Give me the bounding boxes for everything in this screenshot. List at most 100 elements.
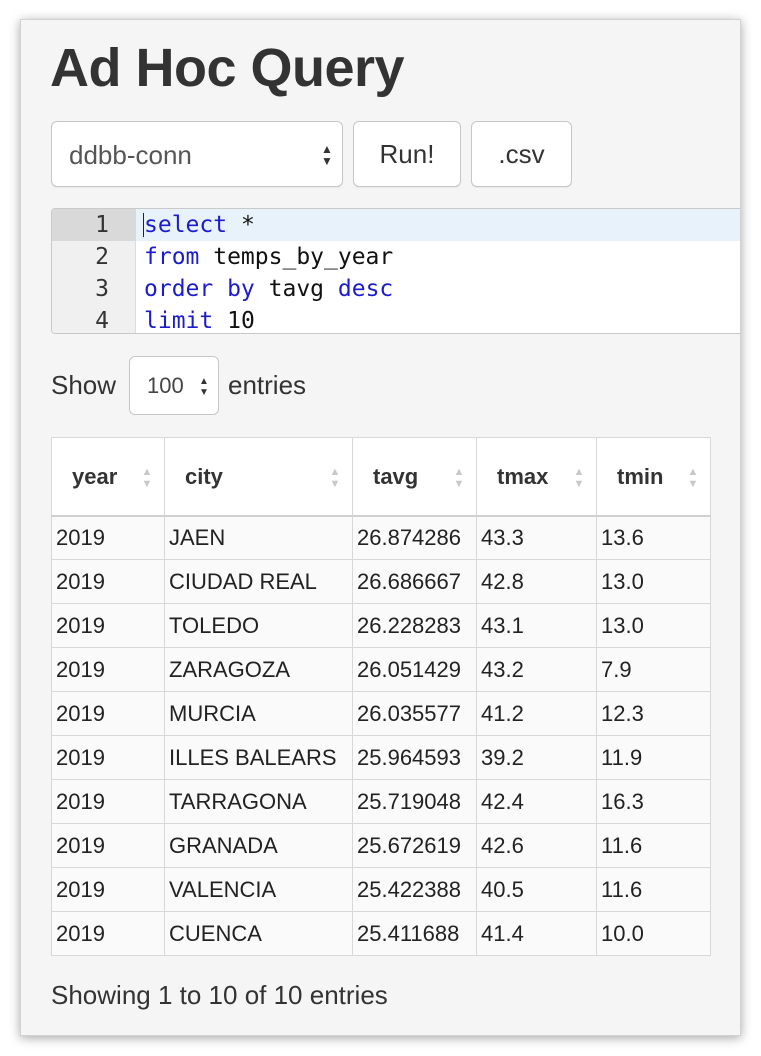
cell-tavg: 26.228283 — [352, 603, 477, 648]
code-token: 10 — [213, 308, 255, 334]
text-cursor — [143, 213, 144, 237]
sql-keyword: desc — [337, 276, 394, 302]
cell-tmin: 11.9 — [596, 735, 711, 780]
table-row: 2019 TOLEDO 26.228283 43.1 13.0 — [51, 603, 711, 648]
table-row: 2019 GRANADA 25.672619 42.6 11.6 — [51, 823, 711, 868]
entries-length-value: 100 — [147, 373, 184, 398]
cell-city: TOLEDO — [164, 603, 353, 648]
sort-icon[interactable]: ▲ ▼ — [328, 462, 342, 494]
cell-year: 2019 — [51, 911, 165, 956]
sql-keyword: limit — [144, 308, 214, 334]
cell-tmin: 7.9 — [596, 647, 711, 692]
cell-year: 2019 — [51, 515, 165, 560]
select-arrows-icon: ▲ ▼ — [199, 376, 209, 398]
column-header-label: city — [185, 464, 223, 489]
sort-icon[interactable]: ▲ ▼ — [452, 462, 466, 494]
cell-city: ZARAGOZA — [164, 647, 353, 692]
connection-select[interactable]: ddbb-conn ▲ ▼ — [51, 121, 343, 187]
column-header-label: year — [72, 464, 118, 489]
cell-tmax: 42.6 — [476, 823, 597, 868]
cell-tmin: 10.0 — [596, 911, 711, 956]
column-header-tmin[interactable]: tmin ▲ ▼ — [596, 437, 711, 517]
cell-tmax: 43.1 — [476, 603, 597, 648]
table-row: 2019 MURCIA 26.035577 41.2 12.3 — [51, 691, 711, 736]
cell-city: TARRAGONA — [164, 779, 353, 824]
cell-year: 2019 — [51, 735, 165, 780]
table-row: 2019 ZARAGOZA 26.051429 43.2 7.9 — [51, 647, 711, 692]
cell-tmin: 13.6 — [596, 515, 711, 560]
sql-keyword: from — [144, 244, 200, 270]
table-row: 2019 CUENCA 25.411688 41.4 10.0 — [51, 911, 711, 956]
entries-length-select[interactable]: 100 ▲ ▼ — [129, 356, 219, 415]
column-header-year[interactable]: year ▲ ▼ — [51, 437, 165, 517]
code-line[interactable]: 3 order by tavg desc — [52, 273, 740, 305]
results-table: year ▲ ▼ city ▲ ▼ tavg ▲ ▼ tmax ▲ ▼ tmin ▲ ▼ 2019 JAEN 2… — [51, 437, 711, 956]
cell-tavg: 26.051429 — [352, 647, 477, 692]
cell-tmin: 16.3 — [596, 779, 711, 824]
cell-city: JAEN — [164, 515, 353, 560]
column-header-city[interactable]: city ▲ ▼ — [164, 437, 353, 517]
table-row: 2019 VALENCIA 25.422388 40.5 11.6 — [51, 867, 711, 912]
code-line[interactable]: 1 select * — [52, 209, 740, 241]
cell-tmin: 13.0 — [596, 559, 711, 604]
line-number: 1 — [52, 209, 136, 241]
cell-tavg: 25.672619 — [352, 823, 477, 868]
column-header-tmax[interactable]: tmax ▲ ▼ — [476, 437, 597, 517]
line-number: 4 — [95, 308, 109, 334]
cell-year: 2019 — [51, 559, 165, 604]
table-row: 2019 CIUDAD REAL 26.686667 42.8 13.0 — [51, 559, 711, 604]
csv-button[interactable]: .csv — [471, 121, 572, 187]
column-header-tavg[interactable]: tavg ▲ ▼ — [352, 437, 477, 517]
cell-tmax: 40.5 — [476, 867, 597, 912]
table-info: Showing 1 to 10 of 10 entries — [51, 980, 388, 1010]
code-token: temps_by_year — [199, 244, 394, 270]
cell-tavg: 25.964593 — [352, 735, 477, 780]
sql-keyword: order by — [144, 276, 255, 302]
cell-tavg: 25.411688 — [352, 911, 477, 956]
cell-year: 2019 — [51, 603, 165, 648]
cell-year: 2019 — [51, 823, 165, 868]
cell-tavg: 25.422388 — [352, 867, 477, 912]
select-arrows-icon: ▲ ▼ — [321, 142, 333, 168]
sort-icon[interactable]: ▲ ▼ — [686, 462, 700, 494]
code-token: * — [227, 212, 255, 238]
cell-tmin: 13.0 — [596, 603, 711, 648]
cell-tmin: 12.3 — [596, 691, 711, 736]
code-text: from temps_by_year — [144, 241, 393, 273]
cell-city: ILLES BALEARS — [164, 735, 353, 780]
code-token: tavg — [254, 276, 338, 302]
cell-tmax: 39.2 — [476, 735, 597, 780]
cell-tmax: 43.3 — [476, 515, 597, 560]
cell-tavg: 26.686667 — [352, 559, 477, 604]
query-window: Ad Hoc Query ddbb-conn ▲ ▼ Run! .csv 1 sel… — [20, 19, 741, 1036]
cell-tavg: 26.874286 — [352, 515, 477, 560]
sql-keyword: select — [144, 212, 228, 238]
cell-year: 2019 — [51, 647, 165, 692]
cell-tmax: 41.2 — [476, 691, 597, 736]
column-header-label: tmin — [617, 464, 664, 489]
table-row: 2019 TARRAGONA 25.719048 42.4 16.3 — [51, 779, 711, 824]
cell-tmax: 41.4 — [476, 911, 597, 956]
cell-city: CUENCA — [164, 911, 353, 956]
connection-select-value: ddbb-conn — [69, 140, 192, 170]
cell-city: CIUDAD REAL — [164, 559, 353, 604]
cell-year: 2019 — [51, 779, 165, 824]
cell-tmin: 11.6 — [596, 867, 711, 912]
run-button[interactable]: Run! — [353, 121, 461, 187]
sql-editor[interactable]: 1 select * 2 from temps_by_year 3 order by ta… — [51, 208, 740, 334]
line-number: 2 — [95, 244, 109, 270]
table-row: 2019 ILLES BALEARS 25.964593 39.2 11.9 — [51, 735, 711, 780]
sort-icon[interactable]: ▲ ▼ — [140, 462, 154, 494]
cell-tmax: 42.4 — [476, 779, 597, 824]
cell-tavg: 26.035577 — [352, 691, 477, 736]
code-text: order by tavg desc — [144, 273, 393, 305]
code-line[interactable]: 4 limit 10 — [52, 305, 740, 334]
cell-city: VALENCIA — [164, 867, 353, 912]
entries-label: entries — [228, 370, 307, 400]
table-row: 2019 JAEN 26.874286 43.3 13.6 — [51, 515, 711, 560]
code-line[interactable]: 2 from temps_by_year — [52, 241, 740, 273]
column-header-label: tavg — [373, 464, 419, 489]
line-number: 3 — [95, 276, 109, 302]
sort-icon[interactable]: ▲ ▼ — [572, 462, 586, 494]
cell-year: 2019 — [51, 867, 165, 912]
